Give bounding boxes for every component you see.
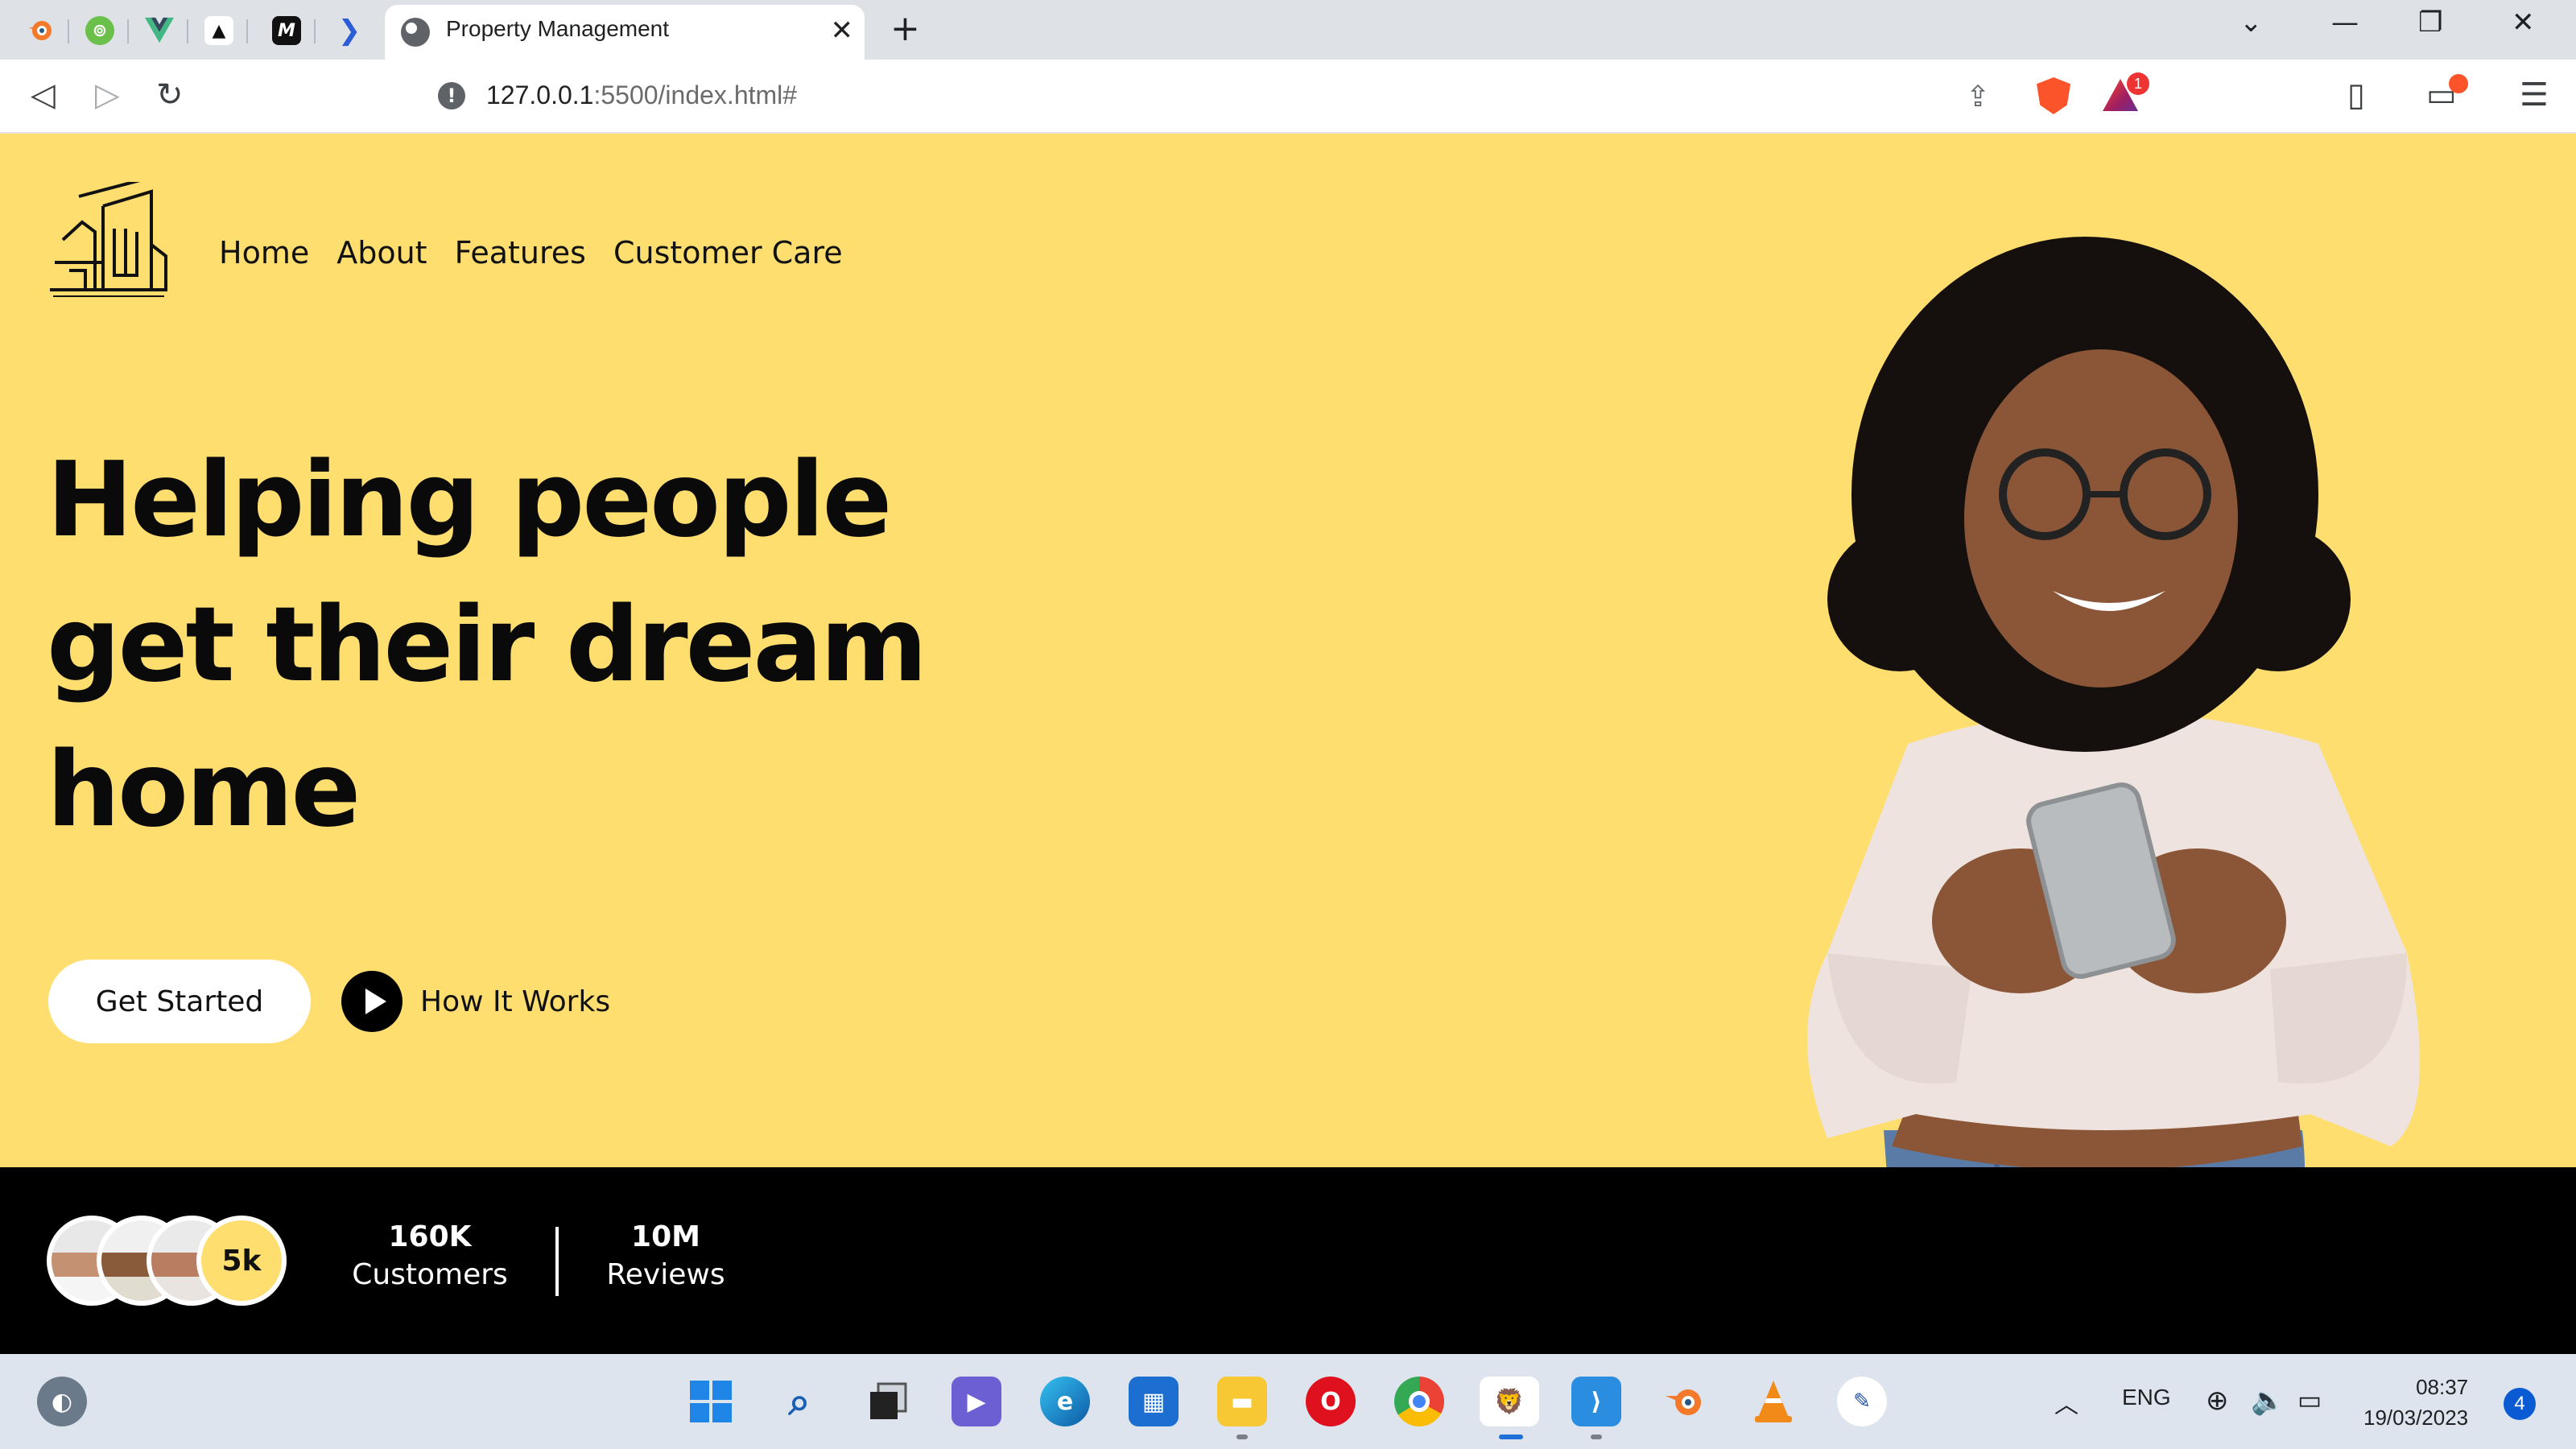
stats-bar: 5k 160K Customers 10M Reviews — [0, 1167, 2576, 1354]
nav-features[interactable]: Features — [455, 235, 586, 270]
microsoft-store-icon[interactable]: ▦ — [1129, 1377, 1179, 1426]
vue-icon — [145, 16, 174, 45]
customer-avatars: 5k — [47, 1216, 293, 1306]
url-text[interactable]: 127.0.0.1:5500/index.html# — [486, 80, 797, 110]
wallet-notification-dot — [2449, 74, 2468, 93]
notepad-icon[interactable]: ✎ — [1837, 1377, 1887, 1426]
clock-time: 08:37 — [2416, 1375, 2469, 1399]
site-info-icon[interactable]: ! — [438, 82, 465, 109]
pinned-tab-power-automate[interactable]: ❯ — [320, 8, 378, 53]
play-icon[interactable] — [341, 971, 402, 1032]
forward-icon[interactable]: ▷ — [95, 77, 120, 113]
brave-taskbar-icon[interactable]: 🦁 — [1480, 1377, 1539, 1426]
active-tab[interactable]: Property Management ✕ — [385, 5, 865, 60]
pinned-tab-m[interactable]: M — [258, 8, 316, 53]
battery-icon[interactable]: ▭ — [2297, 1385, 2322, 1415]
menu-icon[interactable]: ☰ — [2520, 77, 2549, 113]
reload-icon[interactable]: ↻ — [156, 77, 184, 113]
hero-headline: Helping people get their dream home — [47, 440, 927, 850]
tab-strip: ⊚ ▲ M ❯ Property Management ✕ + ⌄ — ❐ ✕ — [0, 0, 2576, 60]
vlc-icon[interactable] — [1748, 1377, 1798, 1426]
stat-customers: 160K Customers — [349, 1220, 510, 1291]
edge-icon[interactable]: e — [1040, 1377, 1090, 1426]
how-it-works-link[interactable]: How It Works — [341, 971, 610, 1032]
running-indicator — [1591, 1435, 1602, 1439]
circle-logo-icon: ⊚ — [85, 16, 114, 45]
get-started-button[interactable]: Get Started — [48, 960, 311, 1043]
stat-reviews: 10M Reviews — [599, 1220, 733, 1291]
nav-customer-care[interactable]: Customer Care — [613, 235, 843, 270]
close-tab-icon[interactable]: ✕ — [831, 14, 854, 47]
brave-shields-icon[interactable] — [2037, 77, 2070, 114]
search-icon[interactable]: ⌕ — [774, 1377, 824, 1426]
stat-value: 10M — [631, 1220, 700, 1253]
nav-about[interactable]: About — [336, 235, 427, 270]
windows-start-icon[interactable] — [686, 1377, 736, 1426]
avatar-count-badge: 5k — [196, 1216, 287, 1306]
stat-value: 160K — [388, 1220, 472, 1253]
a-logo-icon: ▲ — [204, 16, 233, 45]
main-nav: Home About Features Customer Care — [219, 235, 843, 270]
stat-label: Reviews — [606, 1258, 725, 1291]
share-icon[interactable]: ⇪ — [1966, 80, 1990, 114]
pinned-tab-blender[interactable] — [11, 8, 69, 53]
teams-chat-icon[interactable]: ▶ — [952, 1377, 1001, 1426]
vscode-icon[interactable]: ⟩ — [1571, 1377, 1621, 1426]
show-hidden-icons[interactable]: ︿ — [2054, 1385, 2079, 1420]
address-bar[interactable]: ! 127.0.0.1:5500/index.html# ⇪ 1 — [417, 69, 2159, 122]
notification-badge[interactable]: 4 — [2504, 1388, 2536, 1420]
task-view-icon[interactable] — [863, 1377, 913, 1426]
pinned-tab-a[interactable]: ▲ — [190, 8, 248, 53]
tab-search-icon[interactable]: ⌄ — [2240, 6, 2263, 39]
running-indicator — [1236, 1435, 1248, 1439]
chrome-icon[interactable] — [1394, 1377, 1444, 1426]
nav-home[interactable]: Home — [219, 235, 309, 270]
active-app-indicator — [1499, 1435, 1523, 1439]
hero-section: Home About Features Customer Care Helpin… — [0, 134, 2576, 1354]
power-automate-icon: ❯ — [337, 14, 361, 47]
language-indicator[interactable]: ENG — [2122, 1385, 2171, 1410]
blender-taskbar-icon[interactable] — [1660, 1377, 1710, 1426]
close-window-button[interactable]: ✕ — [2512, 6, 2535, 39]
weather-icon[interactable]: ◐ — [37, 1377, 87, 1426]
system-clock[interactable]: 08:37 19/03/2023 — [2363, 1372, 2468, 1433]
pinned-tab-eng[interactable]: ⊚ — [71, 8, 129, 53]
blender-icon — [26, 16, 55, 45]
how-it-works-label: How It Works — [420, 985, 611, 1018]
taskbar: ◐ ⌕ ▶ e ▦ ▬ O 🦁 ⟩ ✎ ︿ ENG ⊕ 🔈 ▭ 08:37 19… — [0, 1354, 2576, 1449]
m-logo-icon: M — [272, 16, 301, 45]
clock-date: 19/03/2023 — [2363, 1406, 2469, 1430]
opera-icon[interactable]: O — [1306, 1377, 1356, 1426]
minimize-button[interactable]: — — [2331, 6, 2359, 39]
new-tab-button[interactable]: + — [890, 8, 920, 49]
volume-icon[interactable]: 🔈 — [2251, 1385, 2285, 1417]
building-logo-icon[interactable] — [47, 179, 169, 303]
browser-toolbar: ◁ ▷ ↻ ! 127.0.0.1:5500/index.html# ⇪ 1 ▯… — [0, 60, 2576, 134]
restore-button[interactable]: ❐ — [2418, 6, 2442, 39]
back-icon[interactable]: ◁ — [31, 77, 56, 113]
file-explorer-icon[interactable]: ▬ — [1217, 1377, 1267, 1426]
globe-icon — [401, 18, 430, 47]
pinned-tab-vue[interactable] — [130, 8, 188, 53]
stats-divider — [555, 1227, 559, 1296]
sidebar-toggle-icon[interactable]: ▯ — [2347, 77, 2365, 113]
network-icon[interactable]: ⊕ — [2206, 1385, 2229, 1417]
rewards-badge: 1 — [2127, 72, 2149, 95]
tab-title: Property Management — [446, 16, 670, 41]
stat-label: Customers — [352, 1258, 508, 1291]
